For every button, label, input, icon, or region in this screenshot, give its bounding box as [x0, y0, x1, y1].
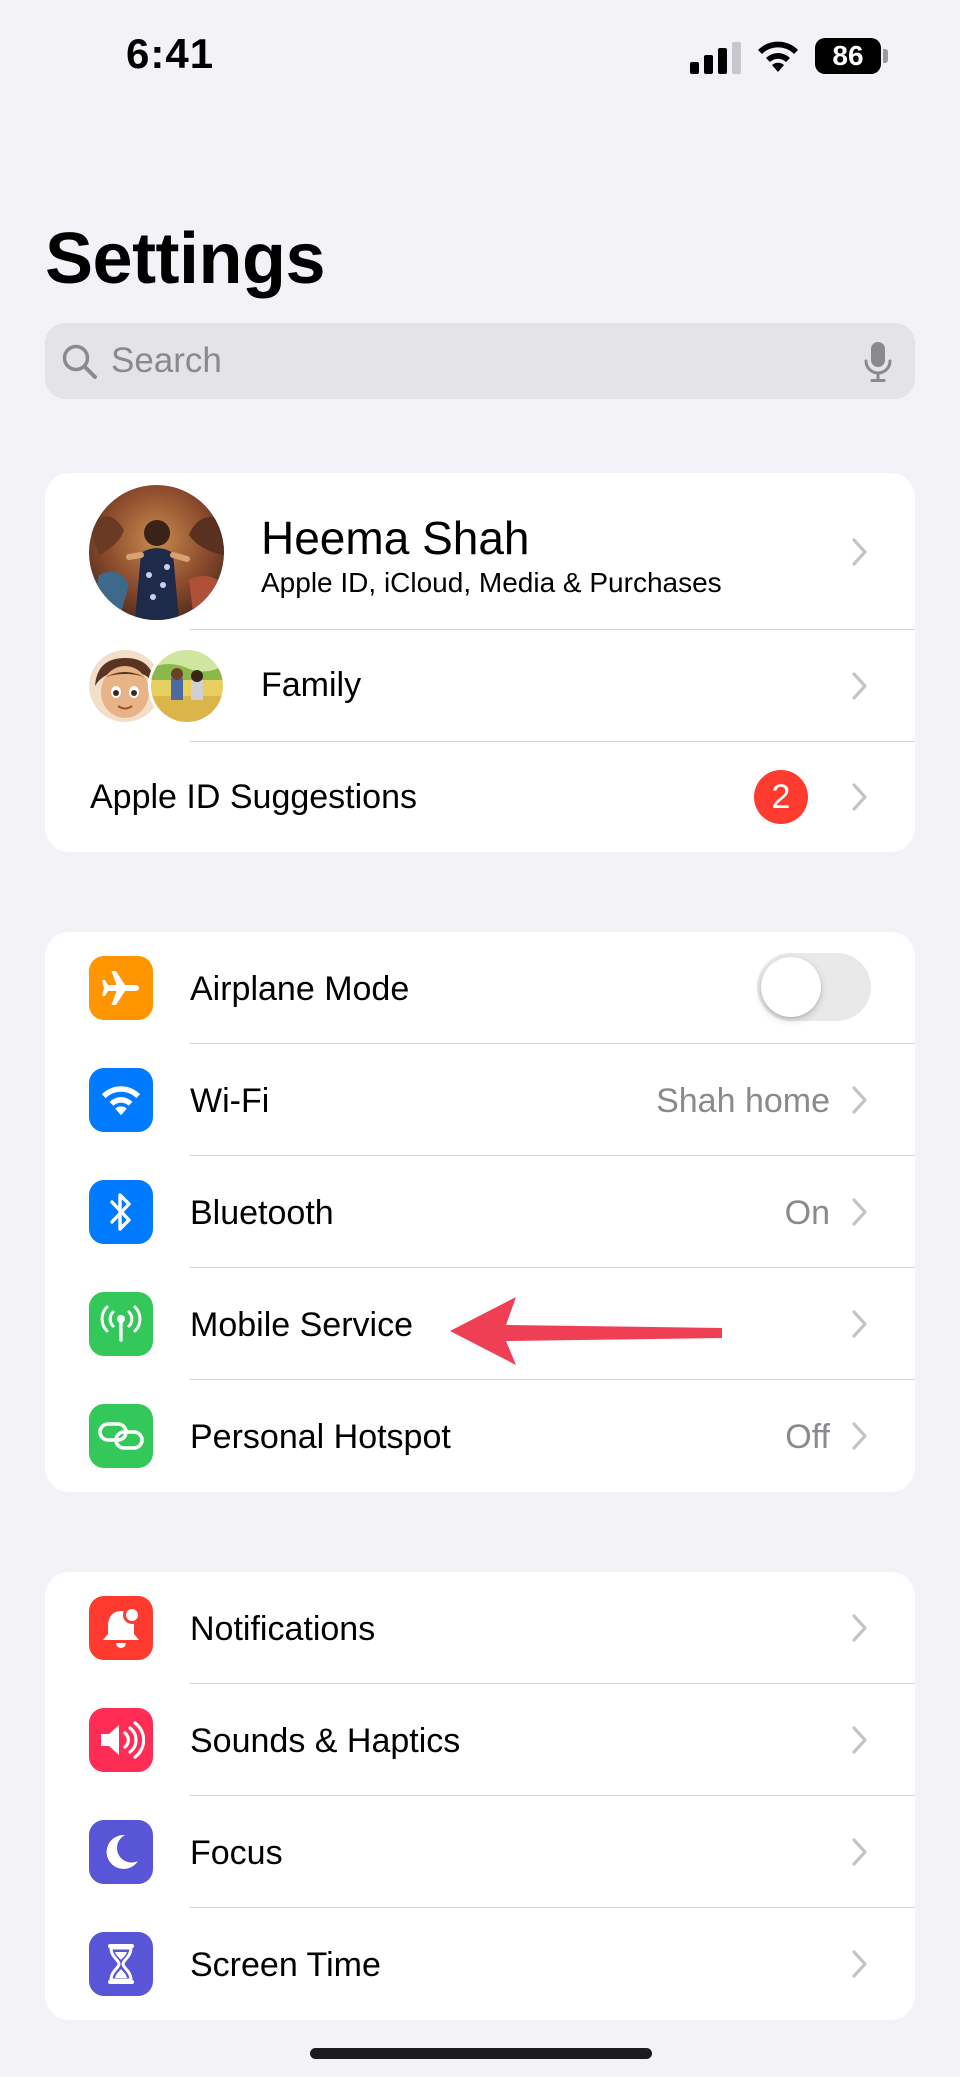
wifi-status-icon: [758, 41, 798, 72]
apple-id-suggestions-label: Apple ID Suggestions: [90, 778, 417, 816]
apple-id-suggestions-row[interactable]: Apple ID Suggestions 2: [45, 742, 915, 852]
notifications-row[interactable]: Notifications: [45, 1572, 915, 1684]
chevron-right-icon: [851, 1309, 869, 1339]
bell-icon: [89, 1596, 153, 1660]
bluetooth-icon: [89, 1180, 153, 1244]
screen-time-row[interactable]: Screen Time: [45, 1908, 915, 2020]
cellular-signal-icon: [690, 42, 741, 74]
antenna-icon: [89, 1292, 153, 1356]
microphone-icon[interactable]: [863, 341, 893, 383]
search-input[interactable]: [111, 323, 831, 399]
apple-id-row[interactable]: Heema Shah Apple ID, iCloud, Media & Pur…: [45, 473, 915, 630]
family-member-avatar: [148, 647, 226, 725]
chevron-right-icon: [851, 1837, 869, 1867]
sounds-haptics-label: Sounds & Haptics: [190, 1722, 461, 1760]
chevron-right-icon: [851, 1613, 869, 1643]
wifi-row[interactable]: Wi-Fi Shah home: [45, 1044, 915, 1156]
chevron-right-icon: [851, 1725, 869, 1755]
chevron-right-icon: [851, 1085, 869, 1115]
personal-hotspot-label: Personal Hotspot: [190, 1418, 451, 1456]
family-row[interactable]: Family: [45, 630, 915, 742]
focus-row[interactable]: Focus: [45, 1796, 915, 1908]
profile-name: Heema Shah: [261, 512, 530, 564]
toggle-knob: [761, 957, 821, 1017]
focus-label: Focus: [190, 1834, 283, 1872]
account-group: Heema Shah Apple ID, iCloud, Media & Pur…: [45, 473, 915, 852]
airplane-mode-label: Airplane Mode: [190, 970, 410, 1008]
status-bar: 6:41 86: [0, 0, 960, 110]
airplane-mode-row[interactable]: Airplane Mode: [45, 932, 915, 1044]
speaker-icon: [89, 1708, 153, 1772]
home-indicator[interactable]: [310, 2048, 652, 2059]
chevron-right-icon: [851, 1197, 869, 1227]
wifi-icon: [89, 1068, 153, 1132]
moon-icon: [89, 1820, 153, 1884]
search-bar[interactable]: [45, 323, 915, 399]
mobile-service-label: Mobile Service: [190, 1306, 413, 1344]
profile-subtitle: Apple ID, iCloud, Media & Purchases: [261, 567, 722, 598]
notification-badge: 2: [754, 770, 808, 824]
airplane-icon: [89, 956, 153, 1020]
bluetooth-row[interactable]: Bluetooth On: [45, 1156, 915, 1268]
profile-avatar: [89, 485, 224, 620]
personal-hotspot-row[interactable]: Personal Hotspot Off: [45, 1380, 915, 1492]
annotation-arrow-icon: [450, 1297, 722, 1365]
page-title: Settings: [45, 219, 326, 299]
battery-level: 86: [815, 38, 881, 74]
family-label: Family: [261, 666, 362, 704]
chevron-right-icon: [851, 782, 869, 812]
battery-icon: 86: [815, 38, 889, 74]
battery-cap: [883, 49, 888, 63]
notifications-group: Notifications Sounds & Haptics Focus Scr…: [45, 1572, 915, 2020]
wifi-network-value: Shah home: [656, 1082, 830, 1120]
bluetooth-label: Bluetooth: [190, 1194, 334, 1232]
airplane-mode-toggle[interactable]: [757, 953, 871, 1021]
hourglass-icon: [89, 1932, 153, 1996]
chevron-right-icon: [851, 537, 869, 567]
chevron-right-icon: [851, 1421, 869, 1451]
search-icon: [62, 344, 97, 379]
personal-hotspot-value: Off: [785, 1418, 830, 1456]
notifications-label: Notifications: [190, 1610, 376, 1648]
status-time: 6:41: [126, 30, 215, 77]
chevron-right-icon: [851, 1949, 869, 1979]
wifi-label: Wi-Fi: [190, 1082, 270, 1120]
bluetooth-status-value: On: [784, 1194, 830, 1232]
connectivity-group: Airplane Mode Wi-Fi Shah home Bluetooth …: [45, 932, 915, 1492]
sounds-haptics-row[interactable]: Sounds & Haptics: [45, 1684, 915, 1796]
chevron-right-icon: [851, 671, 869, 701]
hotspot-link-icon: [89, 1404, 153, 1468]
screen-time-label: Screen Time: [190, 1946, 381, 1984]
